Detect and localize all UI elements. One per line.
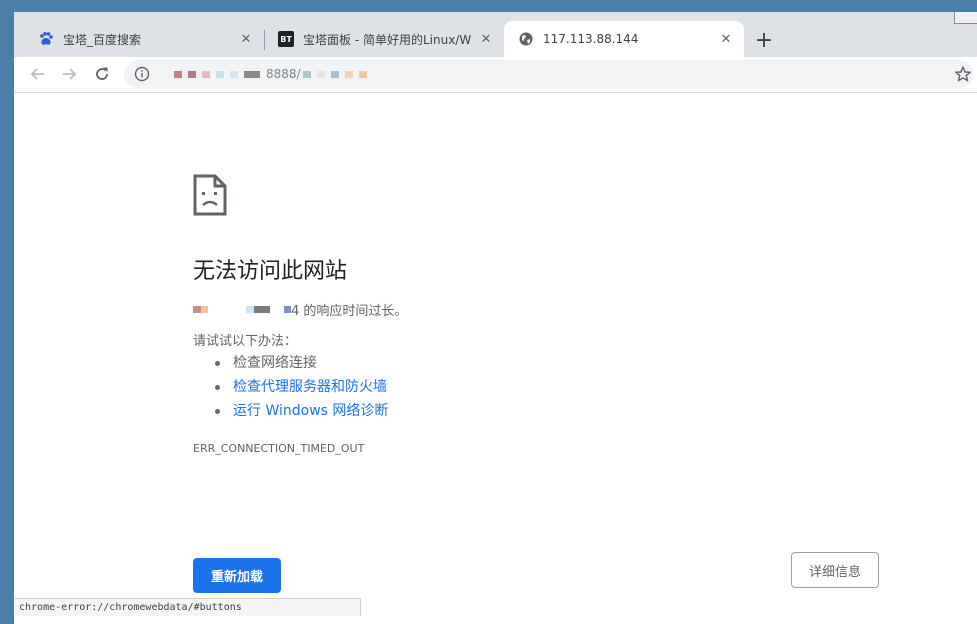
back-button[interactable] bbox=[26, 62, 50, 86]
baidu-paw-icon bbox=[38, 31, 54, 47]
browser-window: 宝塔_百度搜索 ✕ BT 宝塔面板 - 简单好用的Linux/Wi ✕ 117.… bbox=[14, 12, 977, 624]
reload-page-button[interactable]: 重新加载 bbox=[193, 558, 281, 593]
suggestion-check-proxy-firewall[interactable]: 检查代理服务器和防火墙 bbox=[193, 375, 388, 399]
back-arrow-icon bbox=[30, 68, 44, 80]
close-tab-icon[interactable]: ✕ bbox=[478, 31, 494, 47]
suggestion-check-connection: 检查网络连接 bbox=[193, 351, 388, 375]
tab-title: 117.113.88.144 bbox=[543, 32, 639, 46]
tab-strip: 宝塔_百度搜索 ✕ BT 宝塔面板 - 简单好用的Linux/Wi ✕ 117.… bbox=[14, 12, 977, 57]
bt-logo-text: BT bbox=[278, 31, 294, 47]
new-tab-button[interactable]: + bbox=[753, 28, 775, 53]
error-subline: 4 的响应时间过长。 bbox=[193, 300, 407, 319]
bullet bbox=[215, 385, 220, 390]
bookmark-star-icon[interactable] bbox=[954, 65, 972, 83]
forward-arrow-icon bbox=[63, 68, 77, 80]
url-port: 8888/ bbox=[266, 67, 301, 81]
address-bar[interactable]: 8888/ bbox=[124, 60, 974, 88]
window-control[interactable] bbox=[954, 12, 977, 24]
tab-baidu-search[interactable]: 宝塔_百度搜索 ✕ bbox=[24, 21, 264, 57]
error-subline-text: 4 的响应时间过长。 bbox=[291, 304, 408, 319]
close-tab-icon[interactable]: ✕ bbox=[238, 31, 254, 47]
details-button[interactable]: 详细信息 bbox=[791, 552, 879, 588]
tab-bt-panel[interactable]: BT 宝塔面板 - 简单好用的Linux/Wi ✕ bbox=[264, 21, 504, 57]
reload-button[interactable] bbox=[90, 62, 114, 86]
info-icon[interactable] bbox=[134, 66, 150, 82]
bullet bbox=[215, 361, 220, 366]
bt-logo-icon: BT bbox=[278, 31, 294, 47]
suggestion-link[interactable]: 检查代理服务器和防火墙 bbox=[233, 379, 387, 395]
forward-button[interactable] bbox=[57, 62, 81, 86]
window-bottom-edge bbox=[14, 616, 977, 624]
tab-title: 宝塔面板 - 简单好用的Linux/Wi bbox=[303, 32, 472, 47]
suggestion-list: 检查网络连接 检查代理服务器和防火墙 运行 Windows 网络诊断 bbox=[193, 351, 388, 423]
status-bar: chrome-error://chromewebdata/#buttons bbox=[15, 598, 361, 616]
bullet bbox=[215, 409, 220, 414]
suggestion-run-diagnostics[interactable]: 运行 Windows 网络诊断 bbox=[193, 399, 388, 423]
error-heading: 无法访问此网站 bbox=[193, 259, 348, 284]
tab-active-ip[interactable]: 117.113.88.144 ✕ bbox=[504, 21, 744, 57]
suggestion-link[interactable]: 运行 Windows 网络诊断 bbox=[233, 403, 388, 419]
toolbar: 8888/ bbox=[14, 57, 977, 93]
url-text[interactable]: 8888/ bbox=[174, 65, 373, 83]
error-page: 无法访问此网站 4 的响应时间过长。 请试试以下办法： 检查网络连接 检查代理服… bbox=[14, 93, 977, 624]
globe-icon bbox=[518, 31, 534, 47]
tab-title: 宝塔_百度搜索 bbox=[63, 32, 142, 47]
close-tab-icon[interactable]: ✕ bbox=[718, 31, 734, 47]
suggestion-text: 检查网络连接 bbox=[233, 355, 317, 371]
reload-icon bbox=[96, 67, 108, 80]
error-code: ERR_CONNECTION_TIMED_OUT bbox=[193, 442, 365, 455]
try-label: 请试试以下办法： bbox=[193, 334, 298, 349]
sad-page-icon bbox=[193, 174, 227, 216]
